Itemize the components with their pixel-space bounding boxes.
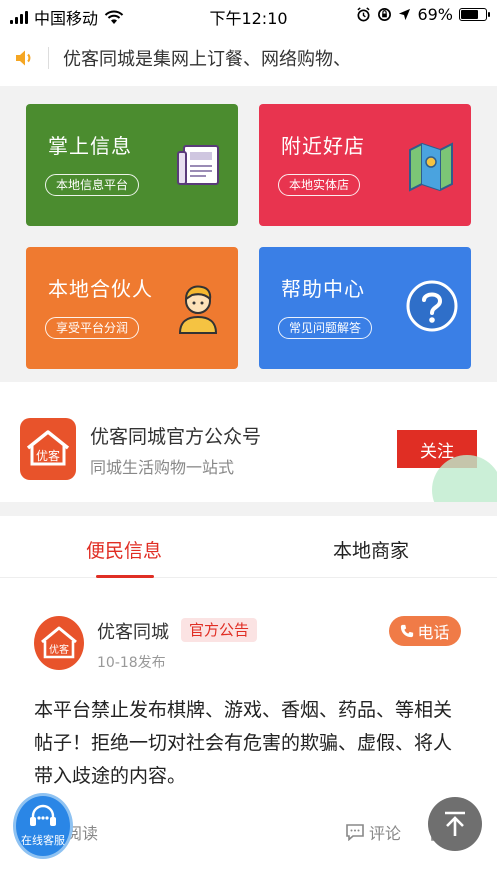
comment-button[interactable]: 评论	[345, 820, 401, 844]
online-service-button[interactable]: 在线客服	[13, 793, 73, 859]
status-right: 69%	[356, 5, 490, 24]
post-date: 10-18发布	[97, 655, 166, 671]
svg-text:优客: 优客	[36, 448, 60, 463]
online-service-label: 在线客服	[21, 834, 65, 847]
tab-convenience-info[interactable]: 便民信息	[86, 536, 162, 563]
card-title: 本地合伙人	[48, 277, 153, 301]
content-tabs: 便民信息 本地商家	[0, 516, 497, 578]
tab-local-merchants[interactable]: 本地商家	[333, 536, 409, 563]
author-avatar[interactable]: 优客	[34, 616, 84, 670]
headset-icon	[30, 804, 56, 826]
official-account-name: 优客同城官方公众号	[90, 426, 262, 448]
card-tag: 本地实体店	[278, 174, 361, 196]
status-bar: 中国移动 下午12:10 69%	[0, 0, 497, 32]
post-author[interactable]: 优客同城	[97, 618, 169, 644]
comment-icon	[346, 824, 364, 841]
post-content: 本平台禁止发布棋牌、游戏、香烟、药品、等相关帖子！拒绝一切对社会有危害的欺骗、虚…	[34, 699, 453, 787]
arrow-up-icon	[445, 811, 465, 836]
newspaper-icon	[177, 145, 219, 185]
card-title: 掌上信息	[48, 134, 132, 158]
card-tag: 本地信息平台	[45, 174, 140, 196]
card-title: 附近好店	[281, 134, 365, 158]
speaker-icon	[16, 50, 31, 66]
card-help-center[interactable]: 帮助中心 常见问题解答	[259, 247, 471, 369]
card-tag: 常见问题解答	[278, 317, 373, 339]
card-title: 帮助中心	[281, 277, 365, 301]
question-icon	[406, 280, 458, 332]
svg-text:优客: 优客	[49, 643, 69, 656]
partner-avatar-icon	[178, 285, 218, 334]
battery-icon	[459, 8, 490, 21]
section-divider	[0, 502, 497, 516]
card-mobile-info[interactable]: 掌上信息 本地信息平台	[26, 104, 238, 226]
official-account-desc: 同城生活购物一站式	[90, 458, 235, 477]
rotation-lock-icon	[378, 8, 392, 21]
notice-text: 优客同城是集网上订餐、网络购物、	[63, 49, 351, 70]
card-tag: 享受平台分润	[45, 317, 140, 339]
call-button[interactable]: 电话	[389, 616, 461, 646]
card-local-partner[interactable]: 本地合伙人 享受平台分润	[26, 247, 238, 369]
notice-bar[interactable]: 优客同城是集网上订餐、网络购物、	[0, 36, 497, 80]
official-badge: 官方公告	[181, 618, 258, 642]
card-nearby-shops[interactable]: 附近好店 本地实体店	[259, 104, 471, 226]
brand-logo: 优客	[20, 418, 76, 480]
alarm-icon	[357, 7, 371, 22]
post-card[interactable]: 优客 优客同城 官方公告 10-18发布 电话 本平台禁止发布棋牌、游戏、香烟、…	[0, 578, 497, 883]
notice-divider	[48, 47, 49, 69]
comment-label: 评论	[369, 824, 402, 843]
feature-grid: 掌上信息 本地信息平台 附近好店 本地实体店 本地合伙人 享受平台分润 帮助中心	[0, 86, 497, 382]
battery-percent: 69%	[417, 5, 453, 24]
call-label: 电话	[417, 623, 450, 642]
official-account[interactable]: 优客 优客同城官方公众号 同城生活购物一站式 关注	[0, 398, 497, 502]
phone-icon	[401, 624, 414, 638]
map-icon	[409, 142, 453, 192]
location-icon	[399, 8, 411, 21]
scroll-to-top-button[interactable]	[428, 797, 482, 851]
